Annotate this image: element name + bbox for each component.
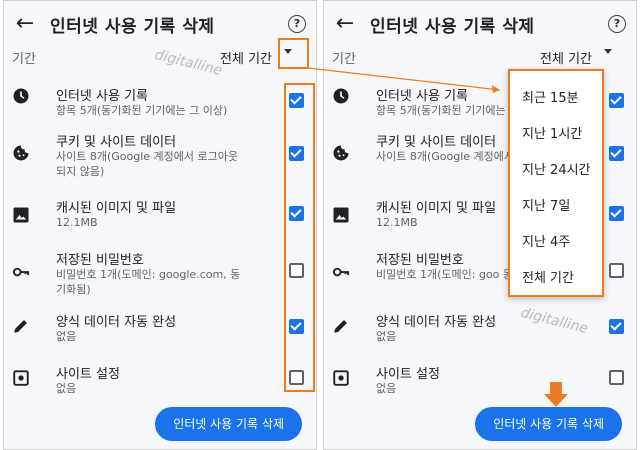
item-title: 인터넷 사용 기록 bbox=[376, 89, 468, 104]
item-title: 캐시된 이미지 및 파일 bbox=[376, 201, 497, 216]
page-title: 인터넷 사용 기록 삭제 bbox=[50, 17, 215, 37]
time-range-row: 기간 전체 기간 bbox=[324, 47, 636, 71]
item-description: 비밀번호 1개(도메인: google.com, 동기화됨) bbox=[56, 268, 241, 296]
top-bar: ← 인터넷 사용 기록 삭제 ? bbox=[324, 1, 636, 47]
dropdown-option-24hours[interactable]: 지난 24시간 bbox=[522, 159, 591, 178]
history-checkbox[interactable] bbox=[609, 93, 624, 108]
pencil-icon bbox=[334, 320, 347, 333]
item-title: 저장된 비밀번호 bbox=[56, 253, 144, 268]
item-description: 없음 bbox=[376, 330, 397, 343]
page-title: 인터넷 사용 기록 삭제 bbox=[370, 17, 535, 37]
dropdown-option-15min[interactable]: 최근 15분 bbox=[522, 87, 579, 106]
help-icon[interactable]: ? bbox=[608, 15, 626, 33]
item-title: 사이트 설정 bbox=[376, 367, 440, 382]
time-range-value[interactable]: 전체 기간 bbox=[220, 48, 272, 67]
dropdown-option-1hour[interactable]: 지난 1시간 bbox=[522, 123, 582, 142]
item-title: 캐시된 이미지 및 파일 bbox=[56, 201, 177, 216]
key-icon bbox=[332, 267, 350, 277]
cookie-icon bbox=[13, 145, 29, 161]
cache-checkbox[interactable] bbox=[609, 206, 624, 221]
item-description: 항목 5개(동기화된 기기에는 그 이상) bbox=[56, 104, 228, 117]
orange-down-arrow-icon bbox=[544, 382, 568, 410]
item-description: 없음 bbox=[56, 382, 77, 395]
cookie-icon bbox=[333, 145, 349, 161]
right-panel: ← 인터넷 사용 기록 삭제 ? 기간 전체 기간 인터넷 사용 기록 항목 5… bbox=[323, 0, 637, 450]
item-title: 인터넷 사용 기록 bbox=[56, 89, 148, 104]
site-settings-icon bbox=[333, 370, 349, 386]
site-settings-icon bbox=[13, 370, 29, 386]
cookies-checkbox[interactable] bbox=[609, 146, 624, 161]
passwords-checkbox[interactable] bbox=[609, 263, 624, 278]
pencil-icon bbox=[14, 320, 27, 333]
caret-down-icon bbox=[604, 49, 612, 54]
item-description: 없음 bbox=[376, 382, 397, 395]
time-range-dropdown-button[interactable] bbox=[594, 38, 622, 66]
autofill-checkbox[interactable] bbox=[609, 319, 624, 334]
list-item-cache[interactable]: 캐시된 이미지 및 파일 12.1MB bbox=[4, 197, 316, 257]
dropdown-option-all-time[interactable]: 전체 기간 bbox=[522, 267, 574, 286]
item-title: 쿠키 및 사이트 데이터 bbox=[56, 135, 177, 150]
clear-browsing-data-button[interactable]: 인터넷 사용 기록 삭제 bbox=[155, 407, 302, 441]
time-range-value[interactable]: 전체 기간 bbox=[540, 48, 592, 67]
dropdown-option-7days[interactable]: 지난 7일 bbox=[522, 195, 570, 214]
item-description: 없음 bbox=[56, 330, 77, 343]
list-item-passwords[interactable]: 저장된 비밀번호 비밀번호 1개(도메인: google.com, 동기화됨) bbox=[4, 249, 316, 309]
item-title: 사이트 설정 bbox=[56, 367, 120, 382]
left-panel: ← 인터넷 사용 기록 삭제 ? 기간 전체 기간 digitalline 인터… bbox=[3, 0, 317, 450]
item-title: 양식 데이터 자동 완성 bbox=[376, 315, 497, 330]
item-description: 12.1MB bbox=[56, 216, 98, 229]
clock-icon bbox=[13, 88, 29, 104]
image-icon bbox=[13, 207, 29, 223]
site-settings-checkbox[interactable] bbox=[609, 370, 624, 385]
image-icon bbox=[333, 207, 349, 223]
list-item-cookies[interactable]: 쿠키 및 사이트 데이터 사이트 8개(Google 계정에서 로그아웃되지 않… bbox=[4, 131, 316, 191]
time-range-label: 기간 bbox=[332, 52, 356, 67]
time-range-label: 기간 bbox=[12, 52, 36, 67]
list-item-autofill[interactable]: 양식 데이터 자동 완성 없음 bbox=[324, 311, 636, 371]
dropdown-option-4weeks[interactable]: 지난 4주 bbox=[522, 231, 570, 250]
key-icon bbox=[12, 267, 30, 277]
back-arrow-icon[interactable]: ← bbox=[10, 9, 40, 39]
item-description: 사이트 8개(Google 계정에서 로그아웃되지 않음) bbox=[56, 150, 239, 178]
help-icon[interactable]: ? bbox=[288, 15, 306, 33]
item-title: 쿠키 및 사이트 데이터 bbox=[376, 135, 497, 150]
dropdown-highlight-box bbox=[278, 38, 309, 69]
time-range-dropdown-menu: 최근 15분 지난 1시간 지난 24시간 지난 7일 지난 4주 전체 기간 bbox=[508, 69, 604, 297]
clear-browsing-data-button[interactable]: 인터넷 사용 기록 삭제 bbox=[475, 407, 622, 441]
list-item-autofill[interactable]: 양식 데이터 자동 완성 없음 bbox=[4, 311, 316, 371]
clock-icon bbox=[333, 88, 349, 104]
checkbox-highlight-box bbox=[284, 83, 315, 392]
item-title: 저장된 비밀번호 bbox=[376, 253, 464, 268]
top-bar: ← 인터넷 사용 기록 삭제 ? bbox=[4, 1, 316, 47]
back-arrow-icon[interactable]: ← bbox=[330, 9, 360, 39]
item-title: 양식 데이터 자동 완성 bbox=[56, 315, 177, 330]
